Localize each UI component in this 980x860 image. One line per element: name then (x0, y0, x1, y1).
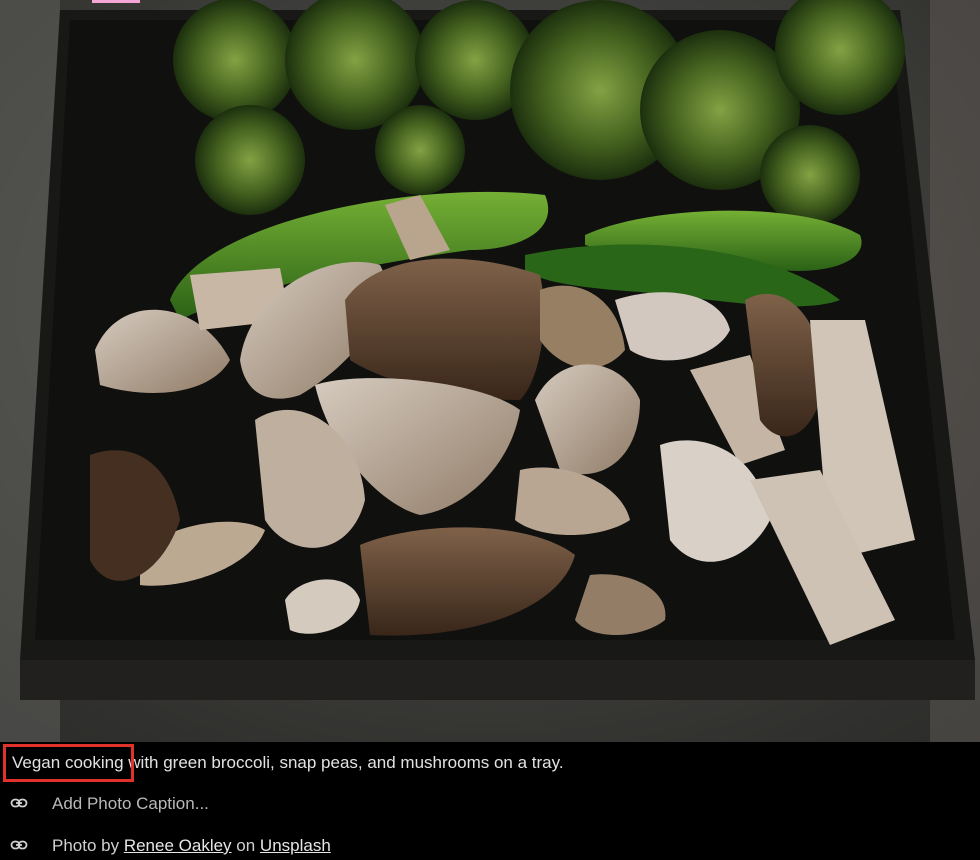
link-icon (10, 798, 28, 808)
add-photo-caption-row[interactable]: Add Photo Caption... (0, 792, 980, 816)
author-link[interactable]: Renee Oakley (124, 836, 232, 855)
caption-panel: Vegan cooking with green broccoli, snap … (0, 742, 980, 860)
unsplash-link[interactable]: Unsplash (260, 836, 331, 855)
vegetable-photo[interactable] (0, 0, 980, 742)
add-photo-caption-label[interactable]: Add Photo Caption... (52, 794, 209, 814)
link-icon (10, 840, 28, 850)
photo-credit-row: Photo by Renee Oakley on Unsplash (0, 834, 980, 858)
photo-credit-text: Photo by Renee Oakley on Unsplash (52, 836, 331, 856)
pink-indicator (92, 0, 140, 3)
credit-middle: on (231, 836, 260, 855)
credit-prefix: Photo by (52, 836, 124, 855)
caption-highlight-box (3, 744, 134, 782)
photo-illustration (0, 0, 980, 742)
caption-rest-text: with green broccoli, snap peas, and mush… (123, 753, 564, 772)
